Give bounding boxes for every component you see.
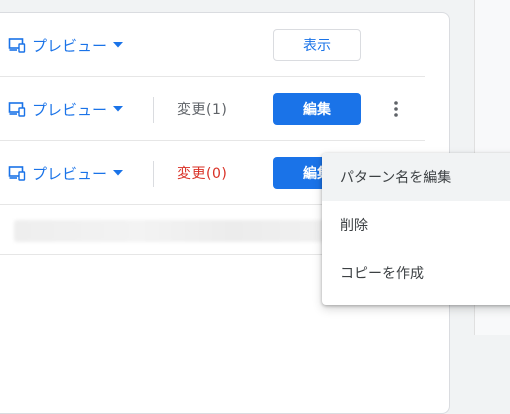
edit-button[interactable]: 編集 xyxy=(273,93,361,125)
pattern-row-1: プレビュー 表示 xyxy=(0,13,425,77)
menu-item-duplicate[interactable]: コピーを作成 xyxy=(322,249,510,297)
preview-dropdown[interactable]: プレビュー xyxy=(8,77,124,141)
devices-icon xyxy=(8,37,26,53)
preview-label: プレビュー xyxy=(32,164,108,183)
preview-label: プレビュー xyxy=(32,100,108,119)
more-vert-icon[interactable] xyxy=(384,97,408,121)
changes-count: 変更(0) xyxy=(177,166,228,182)
vertical-divider xyxy=(153,161,154,187)
menu-item-rename[interactable]: パターン名を編集 xyxy=(322,153,510,201)
preview-dropdown[interactable]: プレビュー xyxy=(8,141,124,205)
vertical-divider xyxy=(153,97,154,123)
context-menu: パターン名を編集 削除 コピーを作成 xyxy=(322,153,510,305)
blurred-content xyxy=(14,220,326,242)
menu-item-delete[interactable]: 削除 xyxy=(322,201,510,249)
arrow-drop-down-icon xyxy=(113,170,124,176)
devices-icon xyxy=(8,101,26,117)
pattern-row-2: プレビュー 変更(1) 編集 xyxy=(0,77,425,141)
preview-dropdown[interactable]: プレビュー xyxy=(8,13,124,77)
arrow-drop-down-icon xyxy=(113,106,124,112)
preview-label: プレビュー xyxy=(32,36,108,55)
changes-count: 変更(1) xyxy=(177,102,228,118)
view-button[interactable]: 表示 xyxy=(273,29,361,61)
devices-icon xyxy=(8,165,26,181)
arrow-drop-down-icon xyxy=(113,42,124,48)
